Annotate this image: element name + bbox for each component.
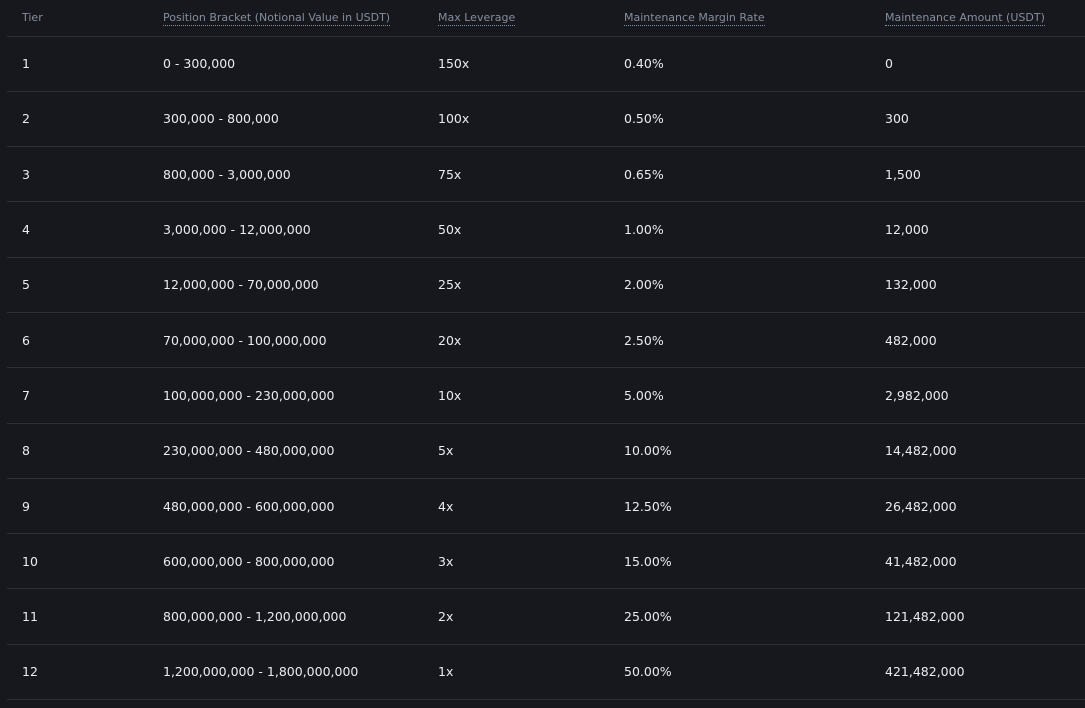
max-leverage-cell: 50x <box>423 201 609 258</box>
maintenance-margin-rate-cell: 50.00% <box>609 644 870 701</box>
maintenance-amount-cell: 14,482,000 <box>870 423 1085 479</box>
header-position-bracket[interactable]: Position Bracket (Notional Value in USDT… <box>148 0 423 37</box>
table-row: 10 - 300,000 150x 0.40% 0 <box>7 36 1085 92</box>
table-row: 7 100,000,000 - 230,000,000 10x 5.00% 2,982,… <box>7 367 1085 424</box>
maintenance-margin-rate-cell: 2.50% <box>609 312 870 369</box>
maintenance-amount-cell: 482,000 <box>870 312 1085 369</box>
position-bracket-cell: 70,000,000 - 100,000,000 <box>148 312 423 369</box>
header-maintenance-amount-label[interactable]: Maintenance Amount (USDT) <box>885 11 1045 27</box>
header-maintenance-amount[interactable]: Maintenance Amount (USDT) <box>870 0 1085 37</box>
header-maintenance-margin-rate-label[interactable]: Maintenance Margin Rate <box>624 11 765 27</box>
maintenance-amount-cell: 12,000 <box>870 201 1085 258</box>
position-bracket-cell: 300,000 - 800,000 <box>148 91 423 148</box>
table-body: 10 - 300,000 150x 0.40% 0 2 300,000 - 800,000… <box>7 36 1085 701</box>
position-bracket-cell: 3,000,000 - 12,000,000 <box>148 201 423 258</box>
maintenance-margin-rate-cell: 25.00% <box>609 588 870 645</box>
table-row: 4 3,000,000 - 12,000,000 50x 1.00% 12,000 <box>7 201 1085 258</box>
leverage-tier-table-container: Tier Position Bracket (Notional Value in… <box>0 0 1085 708</box>
table-row: 5 12,000,000 - 70,000,000 25x 2.00% 132,000 <box>7 257 1085 313</box>
maintenance-margin-rate-cell: 15.00% <box>609 533 870 590</box>
position-bracket-cell: 480,000,000 - 600,000,000 <box>148 478 423 535</box>
position-bracket-cell: 800,000 - 3,000,000 <box>148 146 423 203</box>
position-bracket-cell: 800,000,000 - 1,200,000,000 <box>148 588 423 645</box>
maintenance-margin-rate-cell: 0.65% <box>609 146 870 203</box>
header-max-leverage-label[interactable]: Max Leverage <box>438 11 516 27</box>
max-leverage-cell: 10x <box>423 367 609 424</box>
max-leverage-cell: 100x <box>423 91 609 148</box>
header-position-bracket-label[interactable]: Position Bracket (Notional Value in USDT… <box>163 11 391 27</box>
maintenance-margin-rate-cell: 10.00% <box>609 423 870 479</box>
table-row: 11 800,000,000 - 1,200,000,000 2x 25.00% 121… <box>7 588 1085 645</box>
maintenance-amount-cell: 132,000 <box>870 257 1085 313</box>
maintenance-margin-rate-cell: 0.40% <box>609 36 870 92</box>
position-bracket-cell: 1,200,000,000 - 1,800,000,000 <box>148 644 423 701</box>
position-bracket-cell: 600,000,000 - 800,000,000 <box>148 533 423 590</box>
tier-cell: 9 <box>7 478 148 535</box>
maintenance-margin-rate-cell: 5.00% <box>609 367 870 424</box>
table-row: 3 800,000 - 3,000,000 75x 0.65% 1,500 <box>7 146 1085 203</box>
table-row: 2 300,000 - 800,000 100x 0.50% 300 <box>7 91 1085 148</box>
max-leverage-cell: 3x <box>423 533 609 590</box>
maintenance-amount-cell: 300 <box>870 91 1085 148</box>
tier-cell: 8 <box>7 423 148 479</box>
maintenance-amount-cell: 26,482,000 <box>870 478 1085 535</box>
tier-cell: 10 <box>7 533 148 590</box>
header-tier: Tier <box>7 0 148 37</box>
maintenance-margin-rate-cell: 0.50% <box>609 91 870 148</box>
maintenance-amount-cell: 121,482,000 <box>870 588 1085 645</box>
max-leverage-cell: 1x <box>423 644 609 701</box>
maintenance-amount-cell: 2,982,000 <box>870 367 1085 424</box>
tier-cell: 2 <box>7 91 148 148</box>
tier-cell: 6 <box>7 312 148 369</box>
position-bracket-cell: 12,000,000 - 70,000,000 <box>148 257 423 313</box>
tier-cell: 4 <box>7 201 148 258</box>
max-leverage-cell: 75x <box>423 146 609 203</box>
table-row: 9 480,000,000 - 600,000,000 4x 12.50% 26,482… <box>7 478 1085 535</box>
header-row: Tier Position Bracket (Notional Value in… <box>7 0 1085 37</box>
maintenance-margin-rate-cell: 2.00% <box>609 257 870 313</box>
maintenance-amount-cell: 0 <box>870 36 1085 92</box>
max-leverage-cell: 4x <box>423 478 609 535</box>
tier-cell: 12 <box>7 644 148 701</box>
max-leverage-cell: 150x <box>423 36 609 92</box>
tier-cell: 5 <box>7 257 148 313</box>
tier-cell: 3 <box>7 146 148 203</box>
maintenance-margin-rate-cell: 12.50% <box>609 478 870 535</box>
position-bracket-cell: 100,000,000 - 230,000,000 <box>148 367 423 424</box>
max-leverage-cell: 25x <box>423 257 609 313</box>
position-bracket-cell: 230,000,000 - 480,000,000 <box>148 423 423 479</box>
table-row: 8 230,000,000 - 480,000,000 5x 10.00% 14,482… <box>7 423 1085 479</box>
table-header: Tier Position Bracket (Notional Value in… <box>7 0 1085 37</box>
tier-cell: 7 <box>7 367 148 424</box>
tier-cell: 11 <box>7 588 148 645</box>
leverage-tier-table: Tier Position Bracket (Notional Value in… <box>7 0 1085 701</box>
header-tier-label: Tier <box>22 11 43 25</box>
table-row: 6 70,000,000 - 100,000,000 20x 2.50% 482,000 <box>7 312 1085 369</box>
table-row: 12 1,200,000,000 - 1,800,000,000 1x 50.00% 4… <box>7 644 1085 701</box>
maintenance-amount-cell: 1,500 <box>870 146 1085 203</box>
maintenance-amount-cell: 41,482,000 <box>870 533 1085 590</box>
table-row: 10 600,000,000 - 800,000,000 3x 15.00% 41,48… <box>7 533 1085 590</box>
maintenance-amount-cell: 421,482,000 <box>870 644 1085 701</box>
position-bracket-cell: 0 - 300,000 <box>148 36 423 92</box>
maintenance-margin-rate-cell: 1.00% <box>609 201 870 258</box>
header-maintenance-margin-rate[interactable]: Maintenance Margin Rate <box>609 0 870 37</box>
max-leverage-cell: 2x <box>423 588 609 645</box>
tier-cell: 1 <box>7 36 148 92</box>
max-leverage-cell: 20x <box>423 312 609 369</box>
max-leverage-cell: 5x <box>423 423 609 479</box>
header-max-leverage[interactable]: Max Leverage <box>423 0 609 37</box>
